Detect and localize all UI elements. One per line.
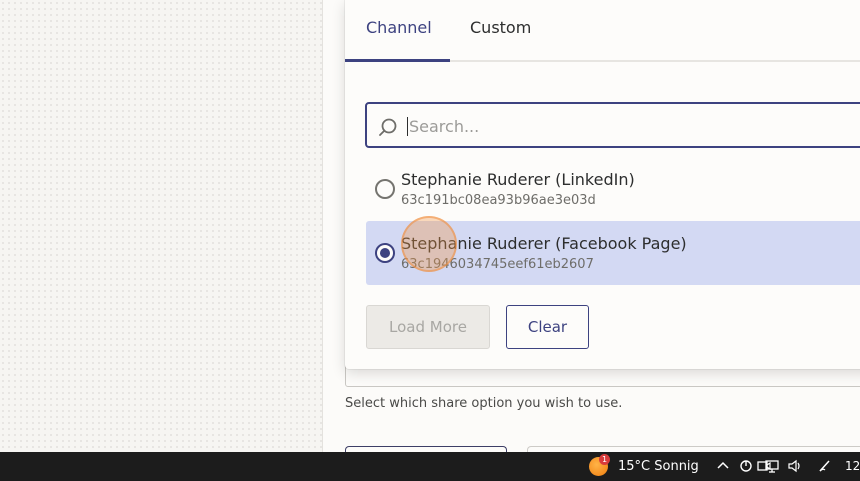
search-input[interactable]	[409, 114, 849, 138]
volume-icon[interactable]	[787, 458, 803, 474]
option-facebook-page[interactable]: Stephanie Ruderer (Facebook Page) 63c194…	[366, 221, 860, 285]
text-caret	[407, 117, 408, 136]
weather-text[interactable]: 15°C Sonnig	[618, 459, 699, 474]
tab-custom[interactable]: Custom	[470, 18, 531, 37]
field-help-text: Select which share option you wish to us…	[345, 396, 623, 411]
windows-taskbar: 1 15°C Sonnig 12:	[0, 452, 860, 481]
notification-badge: 1	[599, 454, 610, 465]
dropdown-tabs: Channel Custom	[345, 0, 860, 62]
load-more-button[interactable]: Load More	[366, 305, 490, 349]
option-id: 63c1946034745eef61eb2607	[401, 257, 594, 272]
chevron-up-icon[interactable]	[715, 458, 731, 474]
radio-dot	[380, 248, 390, 258]
option-title: Stephanie Ruderer (Facebook Page)	[401, 234, 687, 253]
option-linkedin[interactable]: Stephanie Ruderer (LinkedIn) 63c191bc08e…	[366, 157, 860, 221]
onedrive-icon[interactable]	[738, 458, 754, 474]
radio-button[interactable]	[375, 179, 395, 199]
active-tab-indicator	[345, 59, 450, 62]
search-icon	[379, 118, 397, 136]
network-icon[interactable]	[764, 458, 780, 474]
search-box[interactable]	[365, 102, 860, 148]
channel-dropdown: Channel Custom Stephanie Ruderer (Linked…	[345, 0, 860, 369]
radio-button-checked[interactable]	[375, 243, 395, 263]
workflow-canvas[interactable]	[0, 0, 323, 452]
option-title: Stephanie Ruderer (LinkedIn)	[401, 170, 635, 189]
clear-button[interactable]: Clear	[506, 305, 589, 349]
pen-icon[interactable]	[817, 458, 833, 474]
taskbar-clock[interactable]: 12:	[845, 459, 860, 473]
tab-channel[interactable]: Channel	[366, 18, 432, 37]
option-id: 63c191bc08ea93b96ae3e03d	[401, 193, 596, 208]
